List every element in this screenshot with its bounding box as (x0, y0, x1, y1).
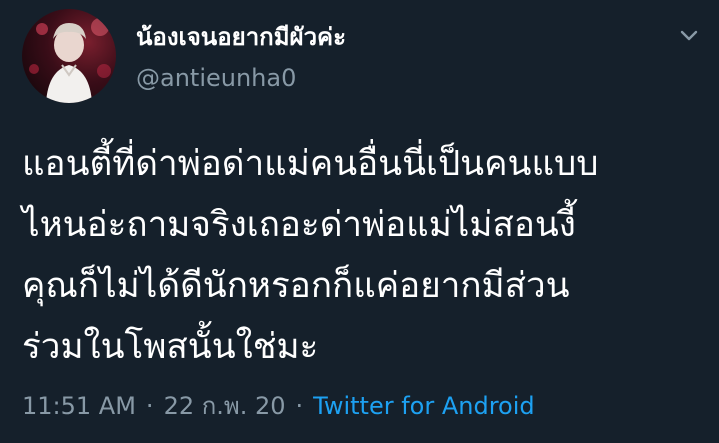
tweet-text-line: ไหนอ่ะถามจริงเถอะด่าพ่อแม่ไม่สอนงี้ (22, 205, 576, 245)
tweet-time[interactable]: 11:51 AM (22, 392, 136, 420)
avatar[interactable] (22, 9, 116, 103)
meta-separator: · (295, 392, 304, 420)
chevron-down-icon[interactable] (676, 22, 702, 48)
display-name[interactable]: น้องเจนอยากมีผัวค่ะ (136, 17, 346, 56)
user-handle[interactable]: @antieunha0 (136, 64, 296, 92)
tweet-text-line: คุณก็ไม่ได้ดีนักหรอกก็แค่อยากมีส่วน (22, 266, 570, 306)
avatar-image (29, 18, 111, 103)
tweet: น้องเจนอยากมีผัวค่ะ @antieunha0 แอนตี้ที… (0, 0, 719, 443)
tweet-meta: 11:51 AM · 22 ก.พ. 20 · Twitter for Android (22, 386, 535, 425)
tweet-text-line: ร่วมในโพสนั้นใช่มะ (22, 327, 319, 367)
tweet-source-link[interactable]: Twitter for Android (313, 392, 534, 420)
tweet-text: แอนตี้ที่ด่าพ่อด่าแม่คนอื่นนี่เป็นคนแบบ … (22, 134, 702, 378)
tweet-text-line: แอนตี้ที่ด่าพ่อด่าแม่คนอื่นนี่เป็นคนแบบ (22, 144, 599, 184)
meta-separator: · (145, 392, 154, 420)
tweet-date[interactable]: 22 ก.พ. 20 (164, 392, 286, 420)
